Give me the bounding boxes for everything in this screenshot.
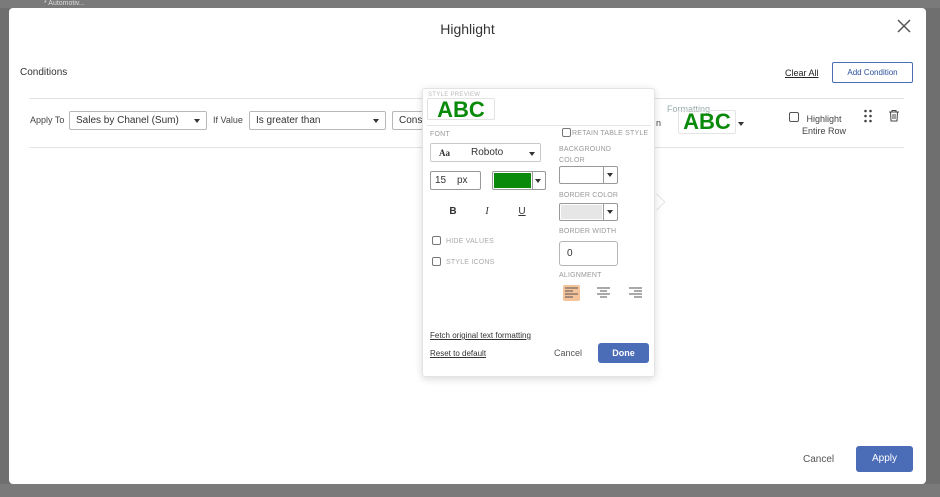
highlight-entire-row-label: Highlight Entire Row xyxy=(802,114,847,136)
trash-icon[interactable] xyxy=(888,109,900,122)
cancel-button[interactable]: Cancel xyxy=(803,454,834,465)
fetch-original-formatting-link[interactable]: Fetch original text formatting xyxy=(430,331,531,340)
style-icons-label: STYLE ICONS xyxy=(446,259,495,266)
formatting-preview[interactable]: ABC xyxy=(678,110,736,134)
font-size-unit: px xyxy=(457,175,468,186)
bold-button[interactable]: B xyxy=(446,206,460,217)
chevron-down-icon xyxy=(194,119,200,123)
operator-select[interactable]: Is greater than xyxy=(249,111,386,130)
font-family-select[interactable]: Aa Roboto xyxy=(430,143,541,162)
style-popover: STYLE PREVIEW ABC FONT Aa Roboto 15 px B… xyxy=(422,88,655,377)
operator-value: Is greater than xyxy=(256,115,321,126)
chevron-down-icon[interactable] xyxy=(738,122,744,126)
popover-cancel-button[interactable]: Cancel xyxy=(554,348,582,358)
align-left-button[interactable] xyxy=(563,285,580,301)
align-center-icon xyxy=(597,287,610,298)
then-label: n xyxy=(656,118,662,128)
chevron-down-icon xyxy=(535,179,541,183)
drag-handle-icon[interactable] xyxy=(863,109,873,123)
font-size-value: 15 xyxy=(435,175,447,186)
clear-all-link[interactable]: Clear All xyxy=(785,68,819,78)
background-color-picker[interactable] xyxy=(559,166,618,184)
border-width-input[interactable]: 0 xyxy=(559,241,618,266)
popover-divider xyxy=(427,125,651,126)
background-app-bar: * Automotiv... xyxy=(0,0,940,8)
font-size-input[interactable]: 15 px xyxy=(430,171,481,190)
background-tab: * Automotiv... xyxy=(44,0,85,7)
highlight-entire-row-checkbox[interactable] xyxy=(789,112,799,122)
text-color-swatch xyxy=(494,173,531,188)
retain-table-style-label: RETAIN TABLE STYLE xyxy=(572,130,649,137)
border-width-label: BORDER WIDTH xyxy=(559,228,617,235)
background-app-footer xyxy=(0,484,940,497)
style-preview: ABC xyxy=(427,98,495,121)
apply-to-label: Apply To xyxy=(30,115,65,125)
chevron-down-icon xyxy=(607,173,613,177)
dialog-title: Highlight xyxy=(440,21,495,37)
font-label: FONT xyxy=(430,131,450,138)
reset-to-default-link[interactable]: Reset to default xyxy=(430,349,486,358)
font-family-value: Roboto xyxy=(471,147,504,158)
hide-values-checkbox[interactable] xyxy=(432,236,441,245)
italic-button[interactable]: I xyxy=(480,206,494,217)
add-condition-button[interactable]: Add Condition xyxy=(832,62,913,83)
hide-values-label: HIDE VALUES xyxy=(446,238,494,245)
picker-separator xyxy=(532,172,533,189)
if-value-label: If Value xyxy=(213,115,243,125)
border-color-picker[interactable] xyxy=(559,203,618,221)
value-type-value: Cons xyxy=(399,115,423,126)
style-icons-checkbox[interactable] xyxy=(432,257,441,266)
picker-separator xyxy=(603,167,604,183)
border-color-swatch xyxy=(561,205,602,219)
close-icon[interactable] xyxy=(896,18,912,34)
align-right-icon xyxy=(629,287,642,298)
text-color-picker[interactable] xyxy=(492,171,546,190)
conditions-heading: Conditions xyxy=(20,67,68,78)
underline-button[interactable]: U xyxy=(515,206,529,217)
border-color-label: BORDER COLOR xyxy=(559,192,619,199)
apply-to-select[interactable]: Sales by Chanel (Sum) xyxy=(69,111,207,130)
chevron-down-icon xyxy=(529,152,535,156)
background-color-label: BACKGROUND COLOR xyxy=(559,146,612,164)
apply-button[interactable]: Apply xyxy=(856,446,913,472)
done-button[interactable]: Done xyxy=(598,343,649,363)
chevron-down-icon xyxy=(607,210,613,214)
retain-table-style-checkbox[interactable] xyxy=(562,128,571,137)
align-left-icon xyxy=(565,287,578,298)
chevron-down-icon xyxy=(373,119,379,123)
alignment-label: ALIGNMENT xyxy=(559,272,602,279)
font-icon: Aa xyxy=(439,148,450,158)
picker-separator xyxy=(603,204,604,220)
align-center-button[interactable] xyxy=(595,285,612,301)
apply-to-value: Sales by Chanel (Sum) xyxy=(76,115,179,126)
align-right-button[interactable] xyxy=(627,285,644,301)
